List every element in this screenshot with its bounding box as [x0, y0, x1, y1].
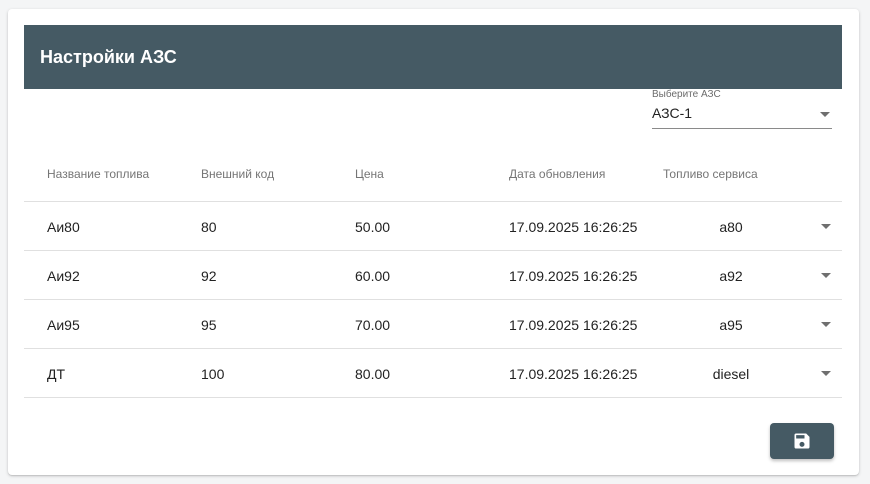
fuel-name: Аи80: [47, 219, 80, 235]
external-code: 80: [201, 219, 217, 235]
column-header-service-fuel: Топливо сервиса: [663, 167, 758, 181]
chevron-down-icon: [821, 224, 831, 229]
price: 50.00: [355, 219, 391, 235]
table-row: Аи95 95 70.00 17.09.2025 16:26:25 a95: [24, 300, 842, 349]
updated-date: 17.09.2025 16:26:25: [509, 219, 638, 235]
price: 60.00: [355, 268, 391, 284]
station-select-label: Выберите АЗС: [652, 89, 721, 100]
fuel-table: Название топлива Внешний код Цена Дата о…: [24, 155, 842, 398]
station-select[interactable]: Выберите АЗС АЗС-1: [652, 87, 832, 129]
chevron-down-icon: [821, 371, 831, 376]
select-underline: [652, 128, 832, 129]
fuel-name: Аи92: [47, 268, 80, 284]
fuel-name: Аи95: [47, 317, 80, 333]
table-row: Аи92 92 60.00 17.09.2025 16:26:25 a92: [24, 251, 842, 300]
updated-date: 17.09.2025 16:26:25: [509, 268, 638, 284]
chevron-down-icon: [821, 273, 831, 278]
column-header-external-code: Внешний код: [201, 167, 275, 181]
service-fuel-value: diesel: [712, 366, 750, 382]
external-code: 100: [201, 366, 225, 382]
station-select-value: АЗС-1: [652, 105, 693, 121]
table-row: Аи80 80 50.00 17.09.2025 16:26:25 a80: [24, 202, 842, 251]
external-code: 95: [201, 317, 217, 333]
external-code: 92: [201, 268, 217, 284]
column-header-fuel-name: Название топлива: [47, 167, 150, 181]
page-header: Настройки АЗС: [24, 25, 842, 89]
chevron-down-icon: [821, 322, 831, 327]
save-button[interactable]: [770, 423, 834, 459]
table-header: Название топлива Внешний код Цена Дата о…: [24, 155, 842, 202]
service-fuel-value: a80: [719, 219, 743, 235]
settings-card: Настройки АЗС Выберите АЗС АЗС-1 Названи…: [8, 9, 859, 475]
service-fuel-select[interactable]: a95: [663, 300, 833, 348]
service-fuel-value: a92: [719, 268, 743, 284]
price: 80.00: [355, 366, 391, 382]
page-title: Настройки АЗС: [40, 46, 177, 67]
service-fuel-value: a95: [719, 317, 743, 333]
table-row: ДТ 100 80.00 17.09.2025 16:26:25 diesel: [24, 349, 842, 398]
updated-date: 17.09.2025 16:26:25: [509, 317, 638, 333]
price: 70.00: [355, 317, 391, 333]
updated-date: 17.09.2025 16:26:25: [509, 366, 638, 382]
column-header-updated: Дата обновления: [509, 167, 606, 181]
service-fuel-select[interactable]: a92: [663, 251, 833, 299]
fuel-name: ДТ: [47, 366, 66, 382]
column-header-price: Цена: [355, 167, 384, 181]
service-fuel-select[interactable]: a80: [663, 202, 833, 250]
chevron-down-icon: [820, 112, 830, 117]
floppy-disk-icon: [794, 433, 810, 449]
service-fuel-select[interactable]: diesel: [663, 349, 833, 397]
